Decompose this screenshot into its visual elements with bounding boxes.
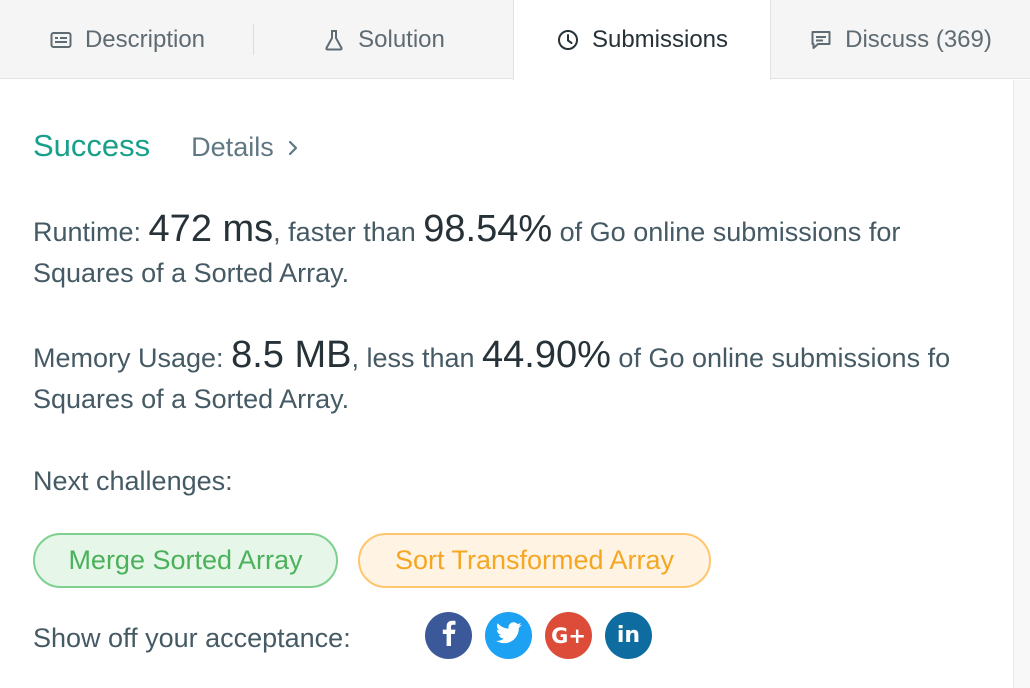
details-label: Details [191,132,274,162]
memory-label: Memory Usage: [33,343,232,373]
runtime-problem: Squares of a Sorted Array. [33,258,350,288]
tab-label: Solution [358,25,445,53]
tab-label: Discuss (369) [845,25,992,53]
tab-description[interactable]: Description [0,0,254,79]
memory-line: Memory Usage: 8.5 MB, less than 44.90% o… [33,334,950,377]
tab-solution[interactable]: Solution [254,0,513,79]
comment-icon [809,28,833,52]
description-icon [49,28,73,52]
twitter-share-button[interactable] [485,612,532,659]
flask-icon [322,28,346,52]
runtime-mid: , faster than [273,217,424,247]
facebook-icon [442,620,456,651]
runtime-tail: of Go online submissions for [552,217,901,247]
tab-discuss[interactable]: Discuss (369) [771,0,1030,79]
runtime-line: Runtime: 472 ms, faster than 98.54% of G… [33,208,900,251]
tab-bar: Description Solution Submissions Discuss… [0,0,1030,80]
challenge-sort-transformed-array[interactable]: Sort Transformed Array [358,533,711,588]
status-text: Success [33,128,151,163]
memory-tail: of Go online submissions fo [610,343,951,373]
status-row: Success Details [33,128,298,164]
memory-mid: , less than [351,343,483,373]
facebook-share-button[interactable] [425,612,472,659]
runtime-percent: 98.54% [423,208,553,250]
scrollbar[interactable] [1013,80,1030,688]
share-label: Show off your acceptance: [33,623,351,653]
linkedin-share-button[interactable]: in [605,612,652,659]
memory-value: 8.5 MB [231,334,352,376]
google-plus-share-button[interactable]: G+ [545,612,592,659]
clock-icon [556,28,580,52]
challenge-merge-sorted-array[interactable]: Merge Sorted Array [33,533,338,588]
tab-label: Description [84,25,206,53]
runtime-label: Runtime: [33,217,149,247]
twitter-icon [495,622,522,649]
memory-percent: 44.90% [482,334,611,376]
chevron-right-icon [288,132,298,163]
tab-label: Submissions [591,26,729,53]
linkedin-icon: in [616,623,641,648]
details-link[interactable]: Details [191,132,298,163]
google-plus-icon: G+ [551,623,586,648]
next-challenges-label: Next challenges: [33,466,233,496]
memory-problem: Squares of a Sorted Array. [33,384,350,414]
tab-submissions[interactable]: Submissions [513,0,771,80]
runtime-value: 472 ms [148,208,274,250]
